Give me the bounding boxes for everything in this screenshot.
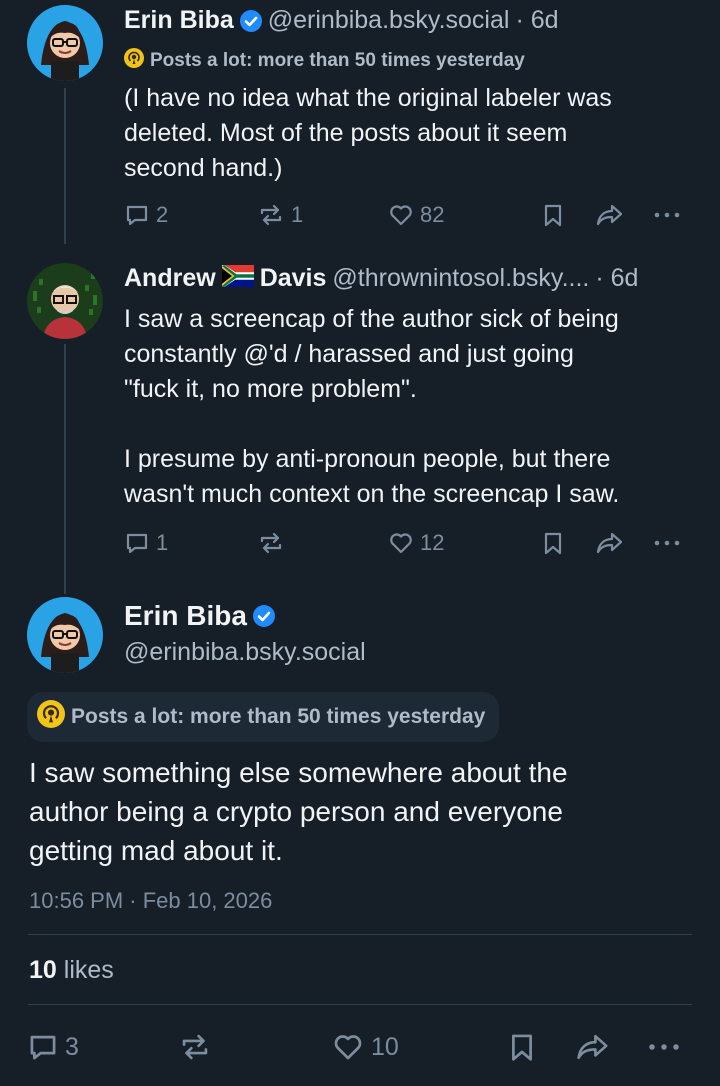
repost-button[interactable] bbox=[257, 530, 285, 556]
repost-button[interactable] bbox=[178, 1031, 212, 1063]
divider bbox=[28, 934, 692, 935]
share-icon bbox=[575, 1031, 611, 1063]
more-icon bbox=[652, 530, 682, 556]
like-count: 10 bbox=[371, 1032, 399, 1061]
share-icon bbox=[595, 202, 625, 228]
broadcast-icon bbox=[124, 48, 144, 74]
reply-icon bbox=[124, 202, 150, 228]
like-button[interactable]: 82 bbox=[388, 202, 444, 228]
more-icon bbox=[652, 202, 682, 228]
likes-summary[interactable]: 10 likes bbox=[29, 956, 114, 985]
reply-button[interactable]: 3 bbox=[27, 1031, 79, 1063]
repost-count: 1 bbox=[291, 202, 304, 227]
author-name[interactable]: Erin Biba bbox=[124, 600, 247, 632]
reply-icon bbox=[27, 1031, 59, 1063]
repost-icon bbox=[257, 530, 285, 556]
label-badge[interactable]: Posts a lot: more than 50 times yesterda… bbox=[124, 48, 525, 74]
repost-icon bbox=[257, 202, 285, 228]
more-options-button[interactable] bbox=[652, 202, 682, 228]
likes-count: 10 bbox=[29, 956, 57, 984]
reply-button[interactable]: 1 bbox=[124, 530, 168, 556]
reply-count: 1 bbox=[156, 530, 169, 555]
likes-word: likes bbox=[63, 956, 114, 984]
bookmark-button[interactable] bbox=[507, 1031, 537, 1063]
repost-icon bbox=[178, 1031, 212, 1063]
bookmark-button[interactable] bbox=[541, 202, 565, 228]
south-africa-flag-icon bbox=[221, 263, 255, 292]
author-handle[interactable]: @erinbiba.bsky.social bbox=[268, 6, 510, 35]
post-text: I saw something else somewhere about the… bbox=[29, 757, 568, 866]
bookmark-button[interactable] bbox=[541, 530, 565, 556]
label-badge[interactable]: Posts a lot: more than 50 times yesterda… bbox=[27, 692, 500, 742]
thread-line bbox=[64, 344, 66, 594]
reply-button[interactable]: 2 bbox=[124, 202, 168, 228]
author-last-name[interactable]: Davis bbox=[260, 264, 327, 293]
broadcast-icon bbox=[37, 700, 65, 734]
thread-line bbox=[64, 88, 66, 244]
heart-icon bbox=[388, 202, 414, 228]
author-handle[interactable]: @thrownintosol.bsky.... bbox=[332, 264, 589, 293]
more-icon bbox=[646, 1031, 682, 1063]
avatar[interactable] bbox=[27, 263, 103, 339]
more-options-button[interactable] bbox=[646, 1031, 682, 1063]
author-name[interactable]: Erin Biba bbox=[124, 6, 234, 35]
bookmark-icon bbox=[541, 202, 565, 228]
share-button[interactable] bbox=[595, 202, 625, 228]
post-text: I saw a screencap of the author sick of … bbox=[124, 305, 620, 508]
post-timestamp[interactable]: 10:56 PM · Feb 10, 2026 bbox=[29, 888, 272, 914]
post-time[interactable]: · 6d bbox=[595, 264, 638, 293]
label-text: Posts a lot: more than 50 times yesterda… bbox=[150, 50, 525, 71]
reply-count: 2 bbox=[156, 202, 169, 227]
bookmark-icon bbox=[541, 530, 565, 556]
author-handle[interactable]: @erinbiba.bsky.social bbox=[124, 638, 366, 667]
like-count: 12 bbox=[420, 530, 445, 555]
heart-icon bbox=[388, 530, 414, 556]
avatar[interactable] bbox=[27, 597, 103, 673]
reply-count: 3 bbox=[65, 1032, 79, 1061]
heart-icon bbox=[331, 1031, 365, 1063]
author-first-name[interactable]: Andrew bbox=[124, 264, 216, 293]
like-button[interactable]: 10 bbox=[331, 1031, 399, 1063]
label-text: Posts a lot: more than 50 times yesterda… bbox=[71, 705, 486, 728]
more-options-button[interactable] bbox=[652, 530, 682, 556]
reply-icon bbox=[124, 530, 150, 556]
post-time[interactable]: · 6d bbox=[515, 6, 558, 35]
share-button[interactable] bbox=[575, 1031, 611, 1063]
divider bbox=[28, 1004, 692, 1005]
verified-icon bbox=[239, 9, 262, 32]
post-text: (I have no idea what the original labele… bbox=[124, 84, 612, 182]
verified-icon bbox=[252, 605, 275, 627]
like-button[interactable]: 12 bbox=[388, 530, 444, 556]
share-button[interactable] bbox=[595, 530, 625, 556]
share-icon bbox=[595, 530, 625, 556]
like-count: 82 bbox=[420, 202, 445, 227]
bookmark-icon bbox=[507, 1031, 537, 1063]
avatar[interactable] bbox=[27, 5, 103, 81]
repost-button[interactable]: 1 bbox=[257, 202, 303, 228]
